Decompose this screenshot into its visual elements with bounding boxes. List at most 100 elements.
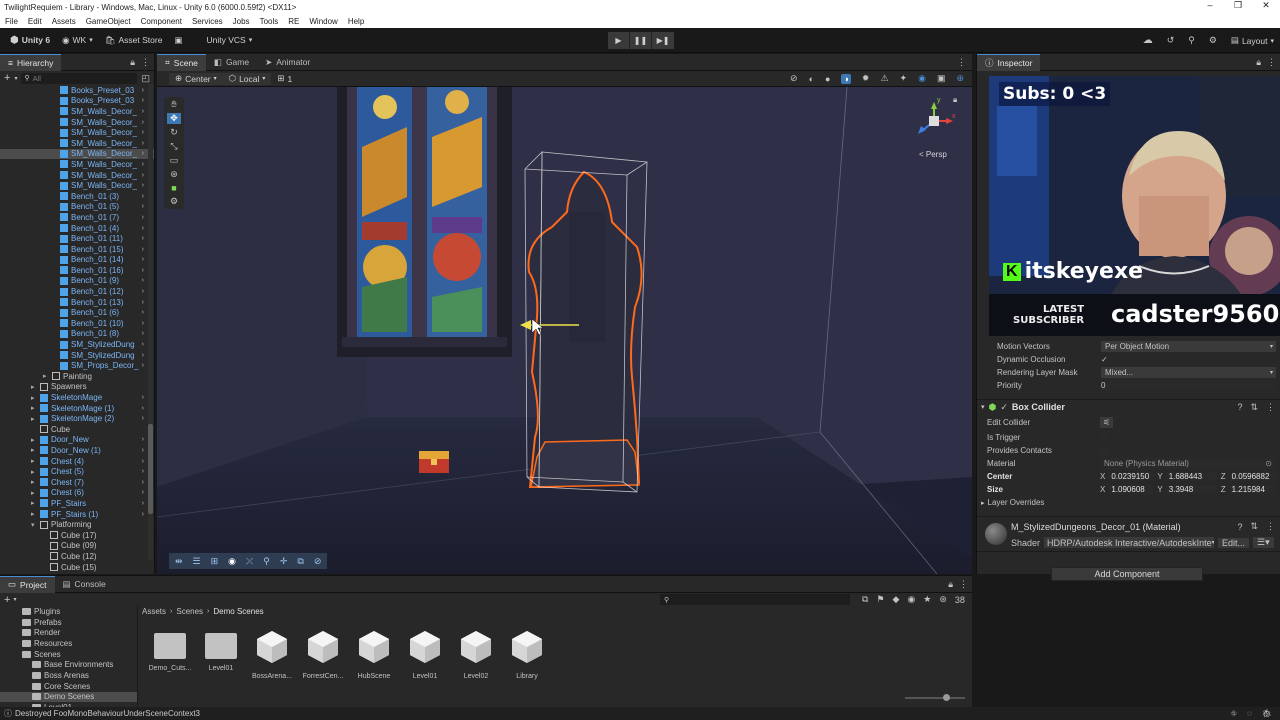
menu-jobs[interactable]: Jobs	[228, 17, 255, 26]
provides-contacts-checkbox[interactable]	[1100, 446, 1108, 455]
layout-dropdown[interactable]: ▤ Layout ▾	[1231, 32, 1274, 49]
open-prefab-icon[interactable]: ›	[142, 129, 144, 136]
play-button[interactable]: ▶	[608, 32, 630, 49]
folder-tree-item[interactable]: Plugins	[0, 606, 137, 617]
favorite-icon[interactable]: ★	[923, 594, 931, 605]
scene-lock-icon[interactable]: 🔒︎	[953, 95, 957, 105]
hierarchy-row[interactable]: Bench_01 (14) ›	[0, 255, 154, 266]
tab-scene[interactable]: ⌗ Scene	[157, 53, 206, 71]
overlay-snap-icon[interactable]: ⤬	[246, 556, 253, 567]
open-prefab-icon[interactable]: ›	[142, 203, 144, 210]
hierarchy-row[interactable]: SM_Walls_Decor_ ›	[0, 127, 154, 138]
search-by-type-icon[interactable]: ⧉	[862, 594, 868, 605]
hierarchy-row[interactable]: ▸ Door_New (1) ›	[0, 445, 154, 456]
menu-assets[interactable]: Assets	[47, 17, 81, 26]
hierarchy-row[interactable]: Bench_01 (9) ›	[0, 276, 154, 287]
chevron-right-icon[interactable]: ▸	[31, 415, 35, 423]
hierarchy-row[interactable]: Bench_01 (4) ›	[0, 223, 154, 234]
center-y-field[interactable]: 1.688443	[1166, 472, 1217, 481]
asset-item[interactable]: Library	[502, 629, 552, 680]
hierarchy-row[interactable]: Bench_01 (12) ›	[0, 286, 154, 297]
menu-file[interactable]: File	[0, 17, 23, 26]
minimize-button[interactable]: –	[1196, 0, 1224, 11]
asset-store-button[interactable]: 🛍︎ Asset Store	[99, 32, 169, 49]
open-prefab-icon[interactable]: ›	[142, 468, 144, 475]
hierarchy-scrollbar[interactable]	[148, 84, 153, 560]
move-tool-icon[interactable]: ✥	[167, 113, 181, 124]
more-icon[interactable]: ⋮	[957, 57, 966, 68]
preset-icon[interactable]: ⇅	[1250, 521, 1258, 532]
hierarchy-row[interactable]: Bench_01 (5) ›	[0, 202, 154, 213]
custom-tool-icon[interactable]: ■	[171, 183, 176, 193]
hand-tool-icon[interactable]: ✋︎	[171, 99, 176, 110]
asset-item[interactable]: BossArena...	[247, 629, 297, 680]
close-button[interactable]: ✕	[1252, 0, 1280, 11]
dynamic-occlusion-checkbox[interactable]: ✓	[1101, 355, 1108, 364]
debug-icon[interactable]: 🐞︎	[1262, 709, 1272, 718]
overlay-rotate-icon[interactable]: ◉	[228, 556, 236, 567]
shader-dropdown[interactable]: HDRP/Autodesk Interactive/AutodeskInte ▾	[1044, 537, 1215, 548]
open-prefab-icon[interactable]: ›	[142, 458, 144, 465]
chevron-right-icon[interactable]: ▸	[31, 489, 35, 497]
hierarchy-row[interactable]: Bench_01 (13) ›	[0, 297, 154, 308]
hierarchy-row[interactable]: ▸ SkeletonMage (1) ›	[0, 403, 154, 414]
is-trigger-checkbox[interactable]	[1100, 433, 1108, 442]
grid-snap-field[interactable]: ⊞ 1	[271, 73, 298, 85]
open-prefab-icon[interactable]: ›	[142, 267, 144, 274]
folder-tree-item[interactable]: Core Scenes	[0, 681, 137, 692]
open-prefab-icon[interactable]: ›	[142, 182, 144, 189]
hierarchy-row[interactable]: ▸ SkeletonMage (2) ›	[0, 413, 154, 424]
rect-tool-icon[interactable]: ▭	[170, 155, 179, 166]
chevron-right-icon[interactable]: ▸	[31, 404, 35, 412]
overlay-move-icon[interactable]: ⇹	[175, 556, 183, 567]
lock-icon[interactable]: 🔒︎	[948, 579, 953, 590]
gizmos-icon[interactable]: ⊕	[956, 73, 964, 84]
open-prefab-icon[interactable]: ›	[142, 246, 144, 253]
open-prefab-icon[interactable]: ›	[142, 256, 144, 263]
hierarchy-row[interactable]: Cube (09)	[0, 541, 154, 552]
hierarchy-row[interactable]: Bench_01 (16) ›	[0, 265, 154, 276]
edit-collider-icon[interactable]: ⚟	[1100, 417, 1114, 428]
hierarchy-row[interactable]: ▾ Platforming	[0, 519, 154, 530]
add-icon[interactable]: +	[4, 594, 10, 606]
size-z-field[interactable]: 1.215984	[1229, 485, 1276, 494]
hierarchy-row[interactable]: Bench_01 (10) ›	[0, 318, 154, 329]
shaded-icon[interactable]: ●	[825, 74, 830, 84]
physics-material-field[interactable]: None (Physics Material) ⊙	[1100, 458, 1275, 469]
persp-label[interactable]: < Persp	[919, 150, 947, 159]
lock-icon[interactable]: 🔒︎	[1256, 57, 1261, 68]
hierarchy-row[interactable]: Cube (12)	[0, 551, 154, 562]
open-prefab-icon[interactable]: ›	[142, 172, 144, 179]
object-picker-icon[interactable]: ⊙	[1265, 459, 1272, 468]
tab-game[interactable]: ◧ Game	[206, 54, 257, 71]
hierarchy-row[interactable]: ▸ SkeletonMage ›	[0, 392, 154, 403]
add-icon[interactable]: +	[4, 72, 10, 84]
lighting-icon[interactable]: ✹	[862, 73, 870, 84]
chevron-right-icon[interactable]: ▸	[31, 510, 35, 518]
open-prefab-icon[interactable]: ›	[142, 415, 144, 422]
account-dropdown[interactable]: ◉ WK ▾	[56, 32, 99, 49]
unity-account-button[interactable]: ⬢ Unity 6	[4, 32, 56, 49]
hierarchy-row[interactable]: SM_Walls_Decor_ ›	[0, 170, 154, 181]
enabled-checkbox[interactable]: ✓	[1000, 402, 1008, 413]
transform-tool-icon[interactable]: ⊛	[170, 169, 178, 180]
open-prefab-icon[interactable]: ›	[142, 87, 144, 94]
open-prefab-icon[interactable]: ›	[142, 277, 144, 284]
hierarchy-row[interactable]: ▸ Door_New ›	[0, 435, 154, 446]
hierarchy-row[interactable]: Bench_01 (3) ›	[0, 191, 154, 202]
cache-icon[interactable]: ◌	[1247, 709, 1252, 718]
tab-inspector[interactable]: ⓘ Inspector	[977, 53, 1041, 71]
hierarchy-row[interactable]: SM_Props_Decor_ ›	[0, 360, 154, 371]
project-search-input[interactable]: ⚲	[660, 594, 850, 605]
asset-item[interactable]: ForrestCen...	[298, 629, 348, 680]
open-prefab-icon[interactable]: ›	[142, 489, 144, 496]
chevron-right-icon[interactable]: ▸	[31, 446, 35, 454]
package-button[interactable]: ▣	[168, 32, 188, 49]
open-prefab-icon[interactable]: ›	[142, 214, 144, 221]
orientation-icon[interactable]: ⊘	[790, 73, 798, 84]
open-prefab-icon[interactable]: ›	[142, 352, 144, 359]
asset-item[interactable]: Level01	[196, 629, 246, 672]
open-prefab-icon[interactable]: ›	[142, 341, 144, 348]
open-prefab-icon[interactable]: ›	[142, 479, 144, 486]
space-dropdown[interactable]: ⬡ Local ▾	[222, 72, 272, 85]
